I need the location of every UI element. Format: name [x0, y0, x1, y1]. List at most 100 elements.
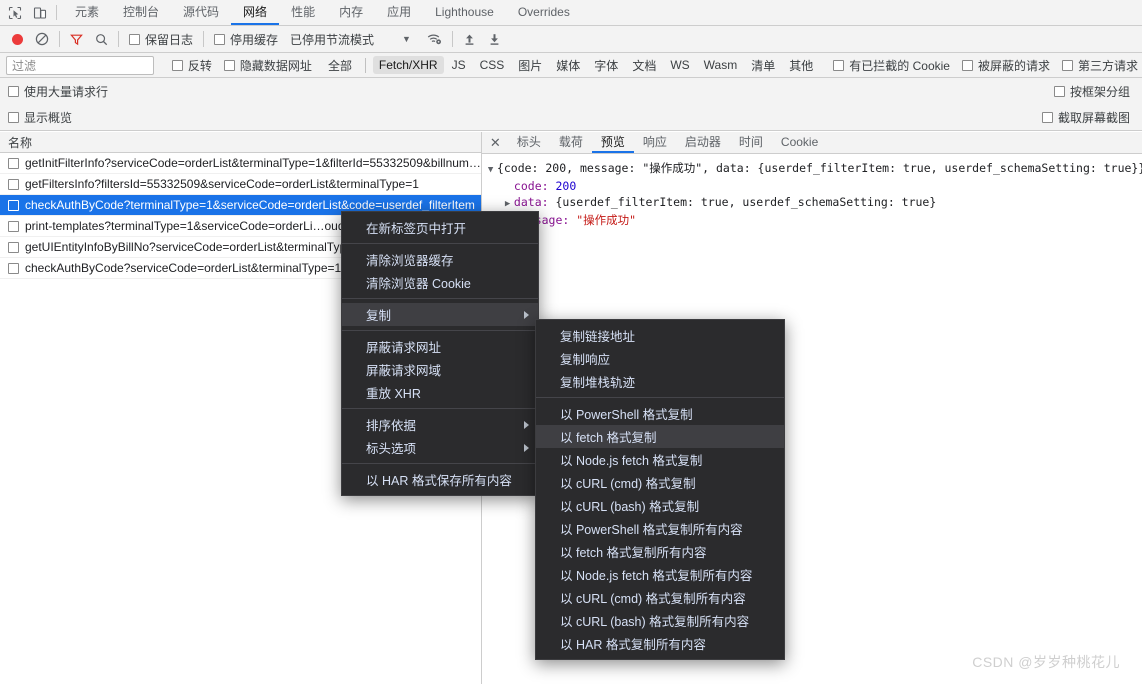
preserve-log-checkbox[interactable]: 保留日志 [123, 26, 199, 53]
filter-type-manifest[interactable]: 清单 [745, 55, 781, 76]
filter-button[interactable] [64, 26, 89, 53]
menu-item-block-request-domain[interactable]: 屏蔽请求网域 [342, 358, 538, 381]
filter-placeholder: 过滤 [12, 58, 37, 73]
throttling-select[interactable]: 已停用节流模式 [284, 26, 380, 53]
tab-label: 控制台 [123, 5, 160, 19]
menu-item-clear-browser-cookies[interactable]: 清除浏览器 Cookie [342, 271, 538, 294]
search-icon [96, 33, 108, 45]
filter-type-doc[interactable]: 文档 [626, 55, 662, 76]
export-har-button[interactable] [482, 26, 507, 53]
capture-screenshots-checkbox[interactable]: 截取屏幕截图 [1041, 109, 1130, 126]
menu-item-copy-all-as-har[interactable]: 以 HAR 格式复制所有内容 [536, 632, 784, 655]
preview-line-root[interactable]: ▼ {code: 200, message: "操作成功", data: {use… [488, 160, 1142, 178]
filter-type-img[interactable]: 图片 [512, 55, 548, 76]
request-name: checkAuthByCode?terminalType=1&serviceCo… [25, 198, 475, 212]
checkbox-box [8, 111, 19, 123]
devtools-tool-icons [0, 0, 54, 25]
show-overview-checkbox[interactable]: 显示概览 [8, 109, 72, 126]
third-party-checkbox[interactable]: 第三方请求 [1061, 57, 1138, 74]
menu-item-copy-response[interactable]: 复制响应 [536, 347, 784, 370]
tab-lighthouse[interactable]: Lighthouse [423, 0, 506, 25]
filter-type-ws[interactable]: WS [664, 56, 695, 74]
filter-type-label: 文档 [632, 58, 657, 73]
menu-item-copy-all-as-powershell[interactable]: 以 PowerShell 格式复制所有内容 [536, 517, 784, 540]
tab-memory[interactable]: 内存 [327, 0, 375, 25]
filter-input[interactable]: 过滤 [6, 55, 154, 75]
menu-item-copy-as-curl-bash[interactable]: 以 cURL (bash) 格式复制 [536, 494, 784, 517]
tab-console[interactable]: 控制台 [111, 0, 171, 25]
menu-item-open-in-new-tab[interactable]: 在新标签页中打开 [342, 216, 538, 239]
tab-application[interactable]: 应用 [375, 0, 423, 25]
preview-line-data[interactable]: ▶ data: {userdef_filterItem: true, userde… [488, 194, 1142, 212]
menu-item-sort-by[interactable]: 排序依据 [342, 413, 538, 436]
tab-payload[interactable]: 载荷 [550, 132, 592, 153]
menu-item-copy-as-curl-cmd[interactable]: 以 cURL (cmd) 格式复制 [536, 471, 784, 494]
disclosure-triangle-icon[interactable]: ▼ [488, 162, 497, 178]
menu-item-copy-stack-trace[interactable]: 复制堆栈轨迹 [536, 370, 784, 393]
filter-type-label: Wasm [703, 58, 738, 72]
disable-cache-checkbox[interactable]: 停用缓存 [208, 26, 284, 53]
blocked-cookies-checkbox[interactable]: 有已拦截的 Cookie [833, 57, 950, 74]
menu-item-copy-all-as-curl-cmd[interactable]: 以 cURL (cmd) 格式复制所有内容 [536, 586, 784, 609]
tab-initiator[interactable]: 启动器 [676, 132, 730, 153]
row-checkbox[interactable] [8, 262, 19, 274]
tab-timing[interactable]: 时间 [730, 132, 772, 153]
tab-overrides[interactable]: Overrides [506, 0, 582, 25]
menu-item-save-all-as-har[interactable]: 以 HAR 格式保存所有内容 [342, 468, 538, 491]
filter-type-media[interactable]: 媒体 [550, 55, 586, 76]
menu-item-replay-xhr[interactable]: 重放 XHR [342, 381, 538, 404]
menu-item-copy-link-address[interactable]: 复制链接地址 [536, 324, 784, 347]
menu-item-copy[interactable]: 复制 [342, 303, 538, 326]
row-checkbox[interactable] [8, 241, 19, 253]
menu-item-clear-browser-cache[interactable]: 清除浏览器缓存 [342, 248, 538, 271]
filter-type-other[interactable]: 其他 [783, 55, 819, 76]
tab-cookies[interactable]: Cookie [772, 132, 827, 153]
menu-item-header-options[interactable]: 标头选项 [342, 436, 538, 459]
big-request-rows-checkbox[interactable]: 使用大量请求行 [8, 83, 108, 100]
request-name: getUIEntityInfoByBillNo?serviceCode=orde… [25, 240, 367, 254]
import-har-button[interactable] [457, 26, 482, 53]
filter-type-font[interactable]: 字体 [588, 55, 624, 76]
throttling-caret[interactable]: ▼ [380, 26, 421, 53]
filter-type-js[interactable]: JS [446, 56, 472, 74]
record-button[interactable] [6, 26, 29, 53]
clear-button[interactable] [29, 26, 55, 53]
search-button[interactable] [89, 26, 114, 53]
menu-item-copy-all-as-nodejs-fetch[interactable]: 以 Node.js fetch 格式复制所有内容 [536, 563, 784, 586]
table-row[interactable]: getInitFilterInfo?serviceCode=orderList&… [0, 153, 481, 174]
menu-item-copy-as-nodejs-fetch[interactable]: 以 Node.js fetch 格式复制 [536, 448, 784, 471]
tab-network[interactable]: 网络 [231, 0, 280, 25]
menu-item-copy-as-fetch[interactable]: 以 fetch 格式复制 [536, 425, 784, 448]
filter-type-wasm[interactable]: Wasm [698, 56, 744, 74]
table-row[interactable]: getFiltersInfo?filtersId=55332509&servic… [0, 174, 481, 195]
row-checkbox[interactable] [8, 220, 19, 232]
request-name: checkAuthByCode?serviceCode=orderList&te… [25, 261, 350, 275]
tab-response[interactable]: 响应 [634, 132, 676, 153]
filter-type-css[interactable]: CSS [474, 56, 511, 74]
tab-elements[interactable]: 元素 [63, 0, 111, 25]
menu-item-copy-all-as-curl-bash[interactable]: 以 cURL (bash) 格式复制所有内容 [536, 609, 784, 632]
network-conditions-button[interactable] [421, 26, 448, 53]
row-checkbox[interactable] [8, 157, 19, 169]
filter-type-all[interactable]: 全部 [322, 55, 358, 76]
close-icon[interactable]: ✕ [486, 132, 508, 153]
menu-item-copy-all-as-fetch[interactable]: 以 fetch 格式复制所有内容 [536, 540, 784, 563]
blocked-requests-checkbox[interactable]: 被屏蔽的请求 [961, 57, 1050, 74]
tab-performance[interactable]: 性能 [279, 0, 327, 25]
tab-sources[interactable]: 源代码 [171, 0, 231, 25]
row-checkbox[interactable] [8, 199, 19, 211]
inspect-element-icon[interactable] [6, 4, 24, 22]
filter-type-fetch-xhr[interactable]: Fetch/XHR [372, 56, 444, 74]
disclosure-triangle-icon[interactable]: ▶ [505, 196, 514, 212]
hide-data-urls-checkbox[interactable]: 隐藏数据网址 [223, 57, 312, 74]
group-by-frame-checkbox[interactable]: 按框架分组 [1053, 83, 1130, 100]
row-checkbox[interactable] [8, 178, 19, 190]
tab-preview[interactable]: 预览 [591, 132, 634, 153]
hide-data-urls-label: 隐藏数据网址 [239, 58, 312, 73]
device-toolbar-icon[interactable] [31, 4, 49, 22]
tab-headers[interactable]: 标头 [508, 132, 550, 153]
menu-item-block-request-url[interactable]: 屏蔽请求网址 [342, 335, 538, 358]
invert-checkbox[interactable]: 反转 [171, 57, 212, 74]
menu-item-copy-as-powershell[interactable]: 以 PowerShell 格式复制 [536, 402, 784, 425]
menu-separator [342, 298, 538, 299]
